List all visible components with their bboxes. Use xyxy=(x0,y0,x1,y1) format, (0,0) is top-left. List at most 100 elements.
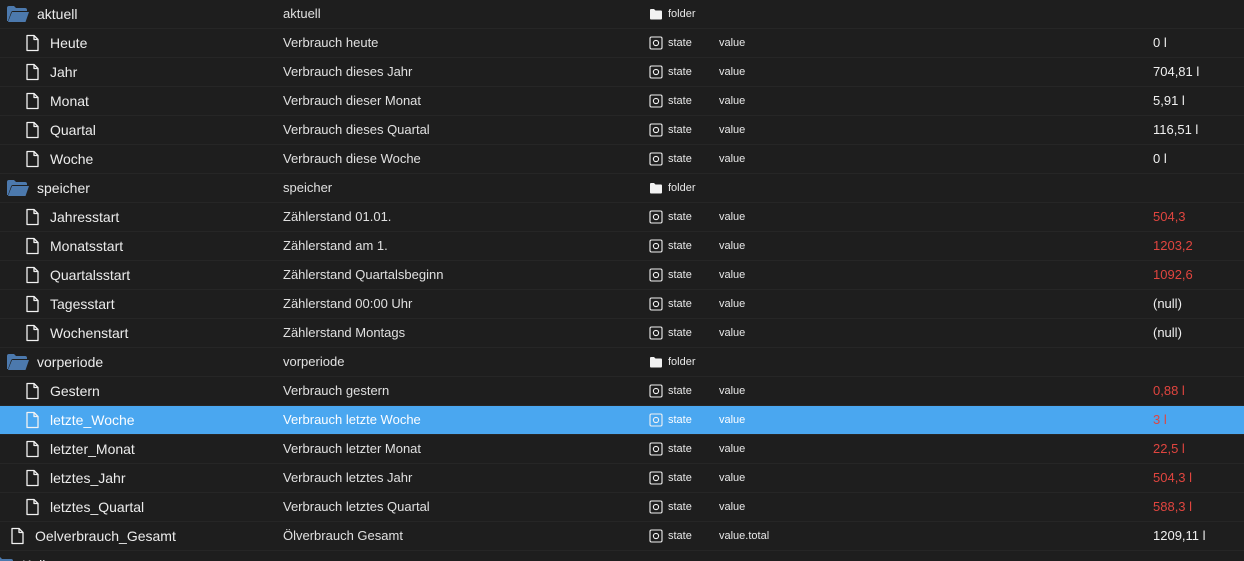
object-type-label: state xyxy=(668,327,692,339)
state-row-woche[interactable]: Woche Verbrauch diese Woche state value 0 l xyxy=(0,145,1244,174)
file-icon[interactable] xyxy=(23,208,41,226)
folder-row-vorperiode[interactable]: vorperiode vorperiode folder xyxy=(0,348,1244,377)
folder-icon xyxy=(649,181,663,195)
object-description: Verbrauch dieses Quartal xyxy=(283,122,430,137)
object-type-label: state xyxy=(668,211,692,223)
object-value[interactable]: 588,3 l xyxy=(1153,493,1192,521)
state-row-jahresstart[interactable]: Jahresstart Zählerstand 01.01. state value 5… xyxy=(0,203,1244,232)
file-icon[interactable] xyxy=(23,382,41,400)
state-row-letztes-quartal[interactable]: letztes_Quartal Verbrauch letztes Quartal… xyxy=(0,493,1244,522)
file-icon[interactable] xyxy=(23,295,41,313)
state-row-heute[interactable]: Heute Verbrauch heute state value 0 l xyxy=(0,29,1244,58)
object-role: value xyxy=(719,153,746,165)
file-icon[interactable] xyxy=(23,498,41,516)
object-name: letzter_Monat xyxy=(50,441,135,457)
state-row-gestern[interactable]: Gestern Verbrauch gestern state value 0,88 l xyxy=(0,377,1244,406)
object-description: Zählerstand 01.01. xyxy=(283,209,392,224)
object-type: state xyxy=(649,464,692,492)
object-type-label: state xyxy=(668,124,692,136)
object-name: Wochenstart xyxy=(50,325,129,341)
object-type: state xyxy=(649,377,692,405)
state-row-letzte-woche[interactable]: letzte_Woche Verbrauch letzte Woche state v… xyxy=(0,406,1244,435)
object-value[interactable]: (null) xyxy=(1153,319,1182,347)
object-value[interactable]: 3 l xyxy=(1153,406,1167,434)
object-type: state xyxy=(649,522,692,550)
object-value[interactable]: 22,5 l xyxy=(1153,435,1185,463)
state-icon xyxy=(649,529,663,543)
object-value[interactable]: 0,88 l xyxy=(1153,377,1185,405)
file-icon[interactable] xyxy=(23,150,41,168)
file-icon[interactable] xyxy=(23,121,41,139)
object-role: value xyxy=(719,37,746,49)
object-name: Kell xyxy=(22,551,45,561)
file-icon[interactable] xyxy=(23,237,41,255)
state-row-wochenstart[interactable]: Wochenstart Zählerstand Montags state value… xyxy=(0,319,1244,348)
object-value[interactable]: 1203,2 xyxy=(1153,232,1193,260)
state-row-letzter-monat[interactable]: letzter_Monat Verbrauch letzter Monat stat… xyxy=(0,435,1244,464)
object-role: value xyxy=(719,414,746,426)
object-value[interactable]: 116,51 l xyxy=(1153,116,1198,144)
folder-row-aktuell[interactable]: aktuell aktuell folder xyxy=(0,0,1244,29)
object-tree: aktuell aktuell folder Heute Verbrauch heute… xyxy=(0,0,1244,561)
folder-row-kell[interactable]: Kell xyxy=(0,551,1244,561)
file-icon[interactable] xyxy=(23,34,41,52)
object-value[interactable]: 5,91 l xyxy=(1153,87,1185,115)
object-value[interactable]: 0 l xyxy=(1153,145,1167,173)
object-name: Woche xyxy=(50,151,94,167)
object-name: Tagesstart xyxy=(50,296,115,312)
folder-open-icon[interactable] xyxy=(0,556,13,561)
object-value[interactable]: 1092,6 xyxy=(1153,261,1193,289)
file-icon[interactable] xyxy=(23,440,41,458)
object-value[interactable]: 0 l xyxy=(1153,29,1167,57)
state-row-jahr[interactable]: Jahr Verbrauch dieses Jahr state value 704,8… xyxy=(0,58,1244,87)
object-description: Verbrauch letztes Quartal xyxy=(283,499,430,514)
file-icon[interactable] xyxy=(23,92,41,110)
folder-open-icon[interactable] xyxy=(6,5,29,23)
object-type-label: state xyxy=(668,501,692,513)
object-name: letztes_Quartal xyxy=(50,499,145,515)
state-row-monatsstart[interactable]: Monatsstart Zählerstand am 1. state value 12… xyxy=(0,232,1244,261)
object-name: letzte_Woche xyxy=(50,412,135,428)
folder-row-speicher[interactable]: speicher speicher folder xyxy=(0,174,1244,203)
state-icon xyxy=(649,123,663,137)
state-row-oelverbrauch-gesamt[interactable]: Oelverbrauch_Gesamt Ölverbrauch Gesamt sta… xyxy=(0,522,1244,551)
object-value[interactable]: 504,3 xyxy=(1153,203,1186,231)
object-role: value xyxy=(719,124,746,136)
folder-icon xyxy=(649,355,663,369)
state-icon xyxy=(649,239,663,253)
file-icon[interactable] xyxy=(8,527,26,545)
object-type: state xyxy=(649,435,692,463)
object-description: Verbrauch heute xyxy=(283,35,379,50)
folder-open-icon[interactable] xyxy=(6,353,29,371)
folder-open-icon[interactable] xyxy=(6,179,29,197)
state-row-quartal[interactable]: Quartal Verbrauch dieses Quartal state valu… xyxy=(0,116,1244,145)
state-row-monat[interactable]: Monat Verbrauch dieser Monat state value 5,9… xyxy=(0,87,1244,116)
object-role: value xyxy=(719,327,746,339)
object-name: aktuell xyxy=(37,6,78,22)
object-description: speicher xyxy=(283,180,333,195)
state-row-quartalsstart[interactable]: Quartalsstart Zählerstand Quartalsbeginn s… xyxy=(0,261,1244,290)
object-role: value xyxy=(719,443,746,455)
object-value[interactable]: (null) xyxy=(1153,290,1182,318)
file-icon[interactable] xyxy=(23,266,41,284)
file-icon[interactable] xyxy=(23,469,41,487)
object-value[interactable]: 1209,11 l xyxy=(1153,522,1206,550)
object-description: Zählerstand am 1. xyxy=(283,238,388,253)
object-role: value.total xyxy=(719,530,770,542)
state-row-letztes-jahr[interactable]: letztes_Jahr Verbrauch letztes Jahr state v… xyxy=(0,464,1244,493)
object-type-label: state xyxy=(668,385,692,397)
object-value[interactable]: 704,81 l xyxy=(1153,58,1199,86)
object-description: Zählerstand 00:00 Uhr xyxy=(283,296,413,311)
file-icon[interactable] xyxy=(23,411,41,429)
object-name: Jahr xyxy=(50,64,78,80)
state-icon xyxy=(649,94,663,108)
file-icon[interactable] xyxy=(23,63,41,81)
object-description: Verbrauch letzter Monat xyxy=(283,441,422,456)
object-value[interactable]: 504,3 l xyxy=(1153,464,1192,492)
object-type: state xyxy=(649,406,692,434)
object-role: value xyxy=(719,66,746,78)
object-type-label: state xyxy=(668,443,692,455)
state-icon xyxy=(649,268,663,282)
file-icon[interactable] xyxy=(23,324,41,342)
state-row-tagesstart[interactable]: Tagesstart Zählerstand 00:00 Uhr state valu… xyxy=(0,290,1244,319)
